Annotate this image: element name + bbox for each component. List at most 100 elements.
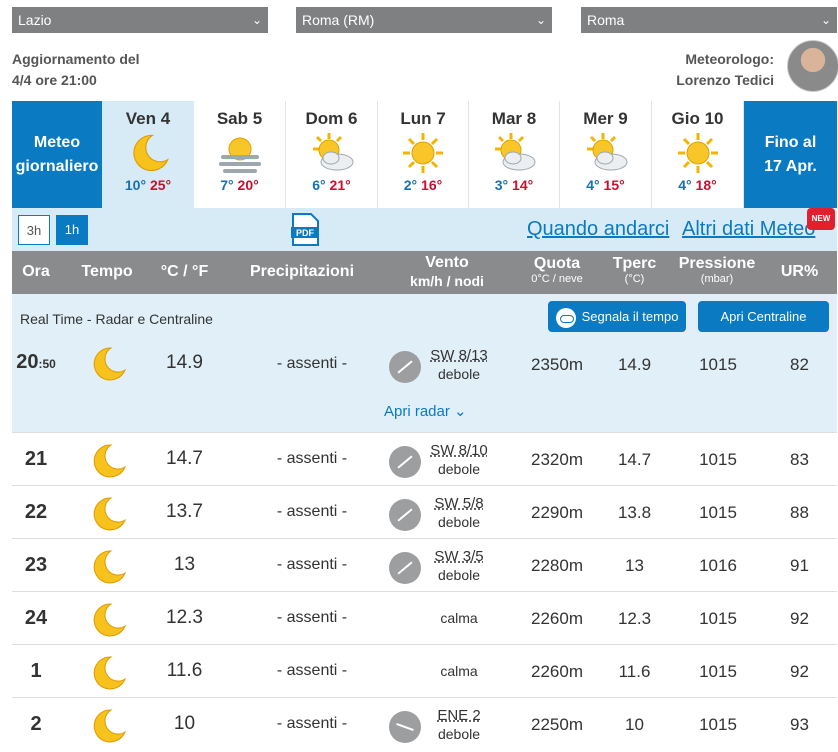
day-card[interactable]: Gio 10 4° 18° <box>652 101 744 208</box>
day-min-temp: 2° <box>403 177 418 193</box>
day-min-temp: 4° <box>586 177 600 193</box>
day-min-temp: 6° <box>312 177 326 193</box>
realtime-precip: - assenti - <box>276 355 348 372</box>
row-ur: 93 <box>790 715 809 734</box>
row-wind-desc: debole <box>437 567 481 583</box>
day-card[interactable]: Lun 7 2° 16° <box>378 101 469 208</box>
row-temp: 10 <box>173 713 196 734</box>
row-wind-desc: debole <box>437 514 481 530</box>
day-name: Gio 10 <box>671 109 724 128</box>
toolbar: 3h 1h PDF Quando andarci Altri dati Mete… <box>12 208 837 251</box>
row-pres: 1015 <box>699 662 737 681</box>
row-pres: 1015 <box>699 715 737 734</box>
col-vento-sub: km/h / nodi <box>410 273 484 289</box>
realtime-quota: 2350m <box>531 355 583 374</box>
day-card[interactable]: Mer 9 4° 15° <box>560 101 652 208</box>
day-min-temp: 10° <box>124 177 147 193</box>
apri-radar-link[interactable]: Apri radar ⌄ <box>384 402 467 420</box>
row-quota: 2260m <box>531 662 583 681</box>
col-vento: Vento km/h / nodi <box>397 254 497 290</box>
realtime-wind-value: SW 8/13 <box>430 347 488 364</box>
segnala-tempo-label: Segnala il tempo <box>581 309 679 324</box>
row-precip: - assenti - <box>276 609 348 626</box>
region-select-value: Lazio <box>18 12 52 28</box>
sun-cloud-icon <box>469 129 559 177</box>
col-temp: °C / °F <box>160 263 209 280</box>
realtime-minute: :50 <box>38 357 56 371</box>
day-name: Ven 4 <box>125 109 171 128</box>
row-wind-value: SW 3/5 <box>434 548 484 565</box>
realtime-tperc: 14.9 <box>617 355 652 374</box>
interval-1h-button[interactable]: 1h <box>56 215 88 245</box>
wind-direction-icon <box>387 711 423 749</box>
col-pressione-label: Pressione <box>678 255 756 272</box>
day-card[interactable]: Dom 6 6° 21° <box>286 101 378 208</box>
realtime-label: Real Time - Radar e Centraline <box>20 311 213 327</box>
day-temps: 4° 18° <box>652 177 743 193</box>
until-date-button[interactable]: Fino al 17 Apr. <box>744 101 837 208</box>
day-max-temp: 15° <box>603 177 625 193</box>
chevron-down-icon: ⌄ <box>251 13 262 27</box>
meteorologist-label: Meteorologo: <box>685 51 774 67</box>
row-pres: 1015 <box>699 450 737 469</box>
moon-icon <box>87 494 127 540</box>
day-card[interactable]: Mar 8 3° 14° <box>469 101 560 208</box>
quando-andarci-link[interactable]: Quando andarci <box>527 218 669 241</box>
day-max-temp: 14° <box>512 177 534 193</box>
row-ur: 91 <box>790 556 809 575</box>
realtime-hour: 20:50 <box>12 351 60 374</box>
table-row: 24 12.3 - assenti - calma 2260m 12.3 1015 92 <box>12 591 837 645</box>
row-wind-value: ENE 2 <box>437 707 481 724</box>
meteorologist-name: Lorenzo Tedici <box>676 72 774 88</box>
pdf-label: PDF <box>296 228 315 238</box>
row-precip: - assenti - <box>276 503 348 520</box>
col-tperc: Tperc (°C) <box>607 255 662 286</box>
until-label-1: Fino al <box>764 133 817 151</box>
moon-icon <box>87 344 127 390</box>
day-max-temp: 18° <box>695 177 717 193</box>
row-wind: SW 3/5 debole <box>424 547 494 585</box>
row-hour: 21 <box>24 448 48 470</box>
day-card[interactable]: Ven 4 10° 25° <box>102 101 194 208</box>
day-name: Mer 9 <box>583 109 628 128</box>
row-quota: 2290m <box>531 503 583 522</box>
moon-icon <box>87 653 127 699</box>
update-info: Aggiornamento del 4/4 ore 21:00 <box>12 49 140 91</box>
day-min-temp: 3° <box>494 177 509 193</box>
row-tperc: 10 <box>625 715 644 734</box>
daily-weather-button[interactable]: Meteo giornaliero <box>12 101 102 208</box>
row-wind-desc: calma <box>440 610 478 626</box>
interval-3h-button[interactable]: 3h <box>18 215 50 245</box>
col-ora: Ora <box>22 263 50 280</box>
table-header: Ora Tempo °C / °F Precipitazioni Vento k… <box>12 251 837 294</box>
day-card[interactable]: Sab 5 7° 20° <box>194 101 286 208</box>
row-tperc: 11.6 <box>618 662 651 681</box>
apri-centraline-button[interactable]: Apri Centraline <box>698 301 829 332</box>
moon-icon <box>102 129 194 177</box>
altri-dati-meteo-link[interactable]: Altri dati Meteo <box>682 218 815 241</box>
table-row: 23 13 - assenti - SW 3/5 debole 2280m 13 1016 91 <box>12 538 837 592</box>
day-max-temp: 20° <box>237 177 259 193</box>
moon-icon <box>87 706 127 752</box>
realtime-wind: SW 8/13 debole <box>424 346 494 384</box>
sun-icon <box>652 129 743 177</box>
row-ur: 88 <box>790 503 809 522</box>
day-min-temp: 7° <box>220 177 234 193</box>
row-temp: 12.3 <box>166 607 203 628</box>
col-tperc-label: Tperc <box>612 255 657 272</box>
day-min-temp: 4° <box>678 177 692 193</box>
row-hour: 23 <box>24 554 48 576</box>
row-wind: SW 8/10 debole <box>424 441 494 479</box>
day-temps: 7° 20° <box>194 177 285 193</box>
day-strip: Meteo giornaliero Ven 4 10° 25° Sab 5 7° 20°… <box>12 101 837 208</box>
col-quota-label: Quota <box>533 255 581 272</box>
col-precip: Precipitazioni <box>249 263 355 280</box>
province-select[interactable]: Roma (RM) ⌄ <box>296 7 552 33</box>
region-select[interactable]: Lazio ⌄ <box>12 7 268 33</box>
segnala-tempo-button[interactable]: Segnala il tempo <box>548 301 686 332</box>
city-select[interactable]: Roma ⌄ <box>581 7 837 33</box>
city-select-value: Roma <box>587 12 625 28</box>
daily-label-1: Meteo <box>33 133 81 151</box>
pdf-icon[interactable]: PDF <box>291 213 319 246</box>
day-temps: 2° 16° <box>378 177 468 193</box>
